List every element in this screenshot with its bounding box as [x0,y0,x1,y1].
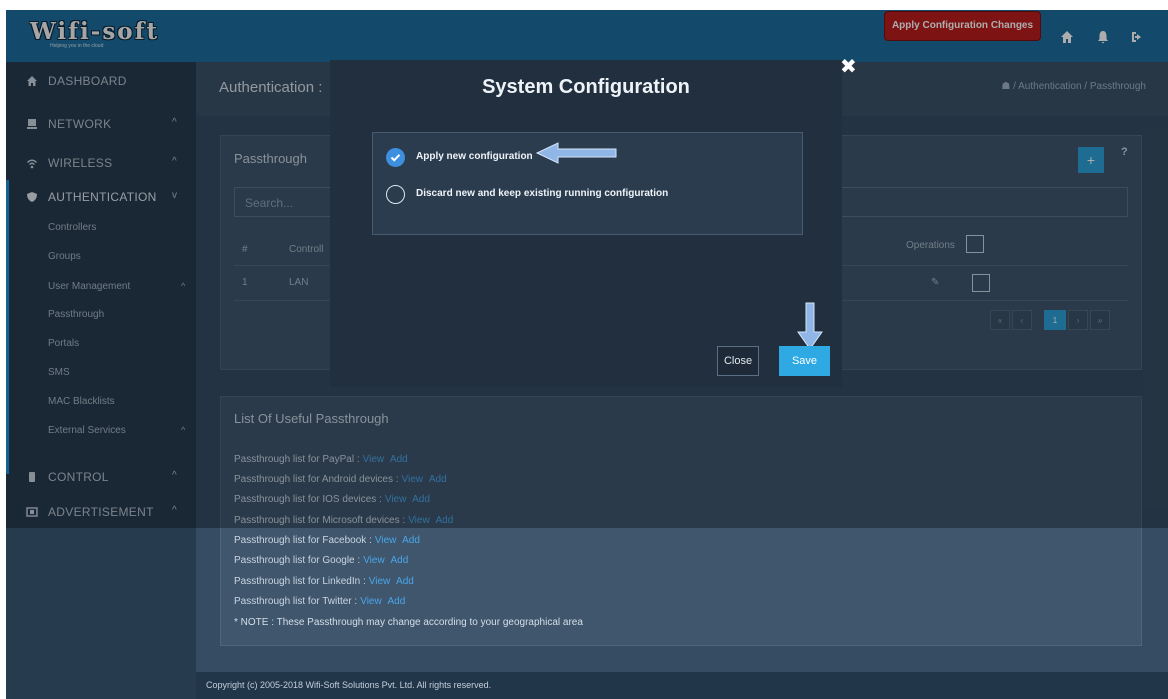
save-button[interactable]: Save [779,346,830,376]
left-arrow-icon [536,142,617,164]
view-link[interactable]: View [363,555,385,566]
list-item: Passthrough list for Twitter : View Add [234,596,406,607]
close-button[interactable]: Close [717,346,759,376]
list-item: Passthrough list for Facebook : View Add [234,535,420,546]
view-link[interactable]: View [369,576,391,587]
option-label: Discard new and keep existing running co… [416,188,669,199]
close-icon[interactable]: ✖ [840,54,857,79]
list-item: Passthrough list for Google : View Add [234,555,409,566]
view-link[interactable]: View [360,596,382,607]
note-text: * NOTE : These Passthrough may change ac… [234,617,583,628]
down-arrow-icon [797,302,823,350]
app-window: Wifi-soft Helping you in the cloud Apply… [6,10,1168,699]
add-link[interactable]: Add [402,535,420,546]
footer: Copyright (c) 2005-2018 Wifi-Soft Soluti… [196,672,1168,699]
add-link[interactable]: Add [387,596,405,607]
view-link[interactable]: View [375,535,397,546]
radio-unchecked[interactable] [386,185,405,204]
modal-title: System Configuration [482,76,690,98]
options-box: Apply new configuration Discard new and … [372,132,803,235]
list-item: Passthrough list for LinkedIn : View Add [234,576,414,587]
add-link[interactable]: Add [390,555,408,566]
system-configuration-modal: System Configuration ✖ Apply new configu… [330,56,857,387]
add-link[interactable]: Add [396,576,414,587]
copyright-text: Copyright (c) 2005-2018 Wifi-Soft Soluti… [206,680,492,690]
check-icon [390,154,401,162]
option-label: Apply new configuration [416,151,533,162]
radio-checked[interactable] [386,148,405,167]
